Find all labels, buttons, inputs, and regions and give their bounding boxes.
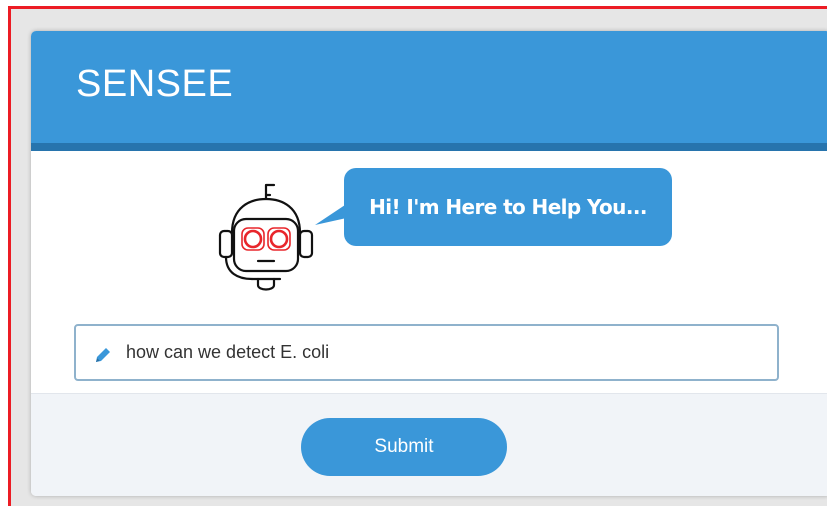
bot-greeting-bubble: Hi! I'm Here to Help You...	[344, 168, 672, 246]
query-input[interactable]	[126, 326, 756, 379]
pencil-icon	[96, 348, 110, 362]
app-header: SENSEE	[31, 31, 827, 151]
screenshot-frame: SENSEE Hi! I'm Here to Help You... how c…	[8, 6, 827, 506]
app-title: SENSEE	[76, 63, 234, 105]
form-footer: Submit	[31, 393, 827, 496]
submit-button[interactable]: Submit	[301, 418, 507, 476]
chat-card: SENSEE Hi! I'm Here to Help You... how c…	[31, 31, 827, 496]
query-field[interactable]	[74, 324, 779, 381]
robot-headset-icon	[218, 183, 314, 291]
